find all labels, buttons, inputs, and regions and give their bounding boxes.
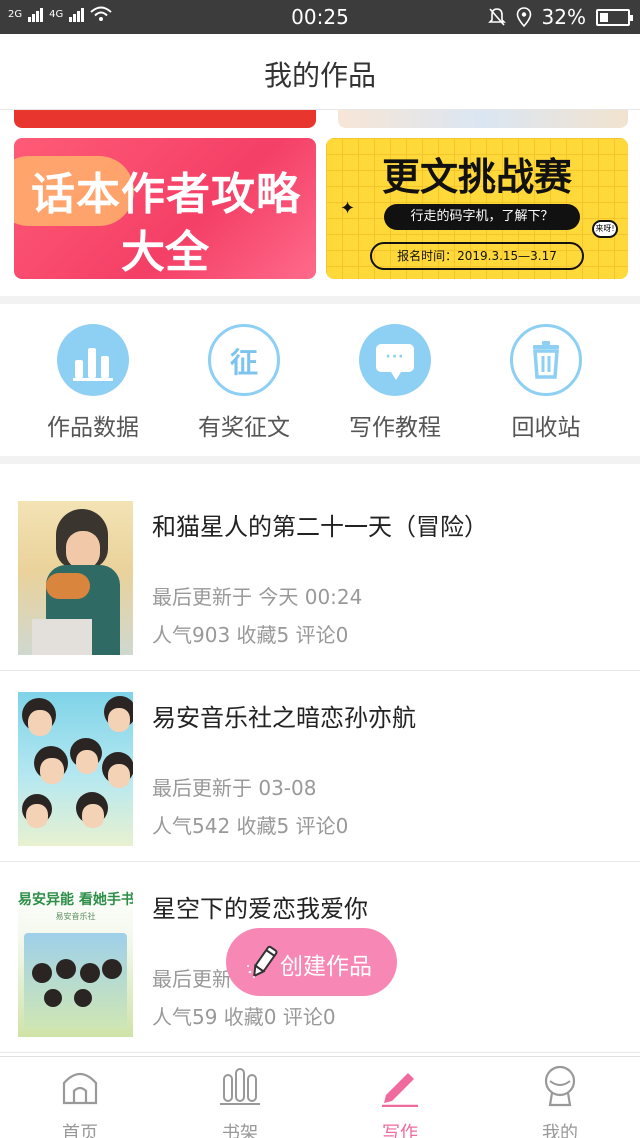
work-item[interactable]: 和猫星人的第二十一天（冒险） 最后更新于 今天 00:24 人气903 收藏5 … xyxy=(0,481,640,671)
work-updated: 最后更新于 今天 00:24 xyxy=(152,585,363,609)
action-label: 回收站 xyxy=(511,415,581,441)
zheng-icon: 征 xyxy=(208,324,280,396)
action-label: 写作教程 xyxy=(349,415,441,441)
work-title: 易安音乐社之暗恋孙亦航 xyxy=(152,704,416,732)
action-essay-contest[interactable]: 征 有奖征文 xyxy=(174,324,314,442)
work-cover[interactable]: 易安异能 看她手书 易安音乐社 xyxy=(18,883,133,1037)
banner-author-guide[interactable]: 话本作者攻略 大全 xyxy=(14,138,316,279)
action-recycle-bin[interactable]: 回收站 xyxy=(476,324,616,442)
work-stats: 人气542 收藏5 评论0 xyxy=(152,814,349,838)
cover-subtext: 易安音乐社 xyxy=(55,912,96,921)
tab-write[interactable]: 写作 xyxy=(320,1063,480,1138)
quick-actions: 作品数据 征 有奖征文 ··· 写作教程 回收站 xyxy=(0,306,640,456)
home-icon xyxy=(62,1072,98,1105)
work-cover[interactable] xyxy=(18,501,133,655)
cover-text: 易安异能 看她手书 xyxy=(18,892,133,908)
tab-mine[interactable]: 我的 xyxy=(480,1063,640,1138)
work-item[interactable]: 易安音乐社之暗恋孙亦航 最后更新于 03-08 人气542 收藏5 评论0 xyxy=(0,672,640,862)
battery-icon xyxy=(596,8,633,26)
page-title: 我的作品 xyxy=(263,59,376,92)
battery-percent: 32% xyxy=(541,5,586,29)
work-cover[interactable] xyxy=(18,692,133,846)
mute-bell-icon xyxy=(487,8,506,26)
action-works-data[interactable]: 作品数据 xyxy=(23,324,163,442)
pencil-icon xyxy=(382,1073,418,1108)
banner-previous-left[interactable] xyxy=(14,110,316,128)
create-work-button[interactable]: 创建作品 xyxy=(226,928,397,996)
bar-chart-icon xyxy=(57,324,129,396)
tab-label: 首页 xyxy=(62,1123,98,1138)
tab-label: 写作 xyxy=(382,1123,418,1138)
banner-guide-line1: 话本作者攻略 xyxy=(31,169,301,220)
trash-icon xyxy=(510,324,582,396)
pencil-icon xyxy=(247,945,278,978)
page-header: 我的作品 xyxy=(0,34,640,110)
work-updated: 最后更新于 03-08 xyxy=(152,776,317,800)
tab-home[interactable]: 首页 xyxy=(0,1063,160,1138)
banner-challenge-date: 报名时间：2019.3.15—3.17 xyxy=(370,242,584,270)
action-writing-tutorial[interactable]: ··· 写作教程 xyxy=(325,324,465,442)
work-stats: 人气59 收藏0 评论0 xyxy=(152,1005,336,1029)
tab-label: 我的 xyxy=(542,1123,578,1138)
action-label: 作品数据 xyxy=(47,415,139,441)
create-work-label: 创建作品 xyxy=(280,954,372,980)
chat-bubble-icon: ··· xyxy=(359,324,431,396)
banner-writing-challenge[interactable]: ✦ 更文挑战赛 行走的码字机，了解下？ 来呀! 报名时间：2019.3.15—3… xyxy=(326,138,628,279)
work-stats: 人气903 收藏5 评论0 xyxy=(152,623,349,647)
location-icon xyxy=(516,7,531,27)
sparkle-icon: ✦ xyxy=(340,198,356,219)
banner-guide-line2: 大全 xyxy=(121,227,209,278)
tab-label: 书架 xyxy=(222,1123,258,1138)
bookshelf-icon xyxy=(220,1068,260,1105)
banner-challenge-subtitle: 行走的码字机，了解下？ xyxy=(384,204,580,230)
section-divider xyxy=(0,296,640,304)
work-title: 星空下的爱恋我爱你 xyxy=(152,895,368,923)
banner-challenge-title: 更文挑战赛 xyxy=(381,155,572,199)
status-right: 32% xyxy=(487,5,633,29)
banner-previous-right[interactable] xyxy=(338,110,628,128)
work-title: 和猫星人的第二十一天（冒险） xyxy=(152,513,488,541)
user-icon xyxy=(544,1065,576,1107)
status-bar: 2G 4G 00:25 32% xyxy=(0,0,640,34)
tab-bookshelf[interactable]: 书架 xyxy=(160,1063,320,1138)
action-label: 有奖征文 xyxy=(198,415,290,441)
banner-challenge-badge: 来呀! xyxy=(592,220,618,238)
section-divider xyxy=(0,456,640,464)
bottom-tab-bar: 首页 书架 写作 我的 xyxy=(0,1056,640,1138)
